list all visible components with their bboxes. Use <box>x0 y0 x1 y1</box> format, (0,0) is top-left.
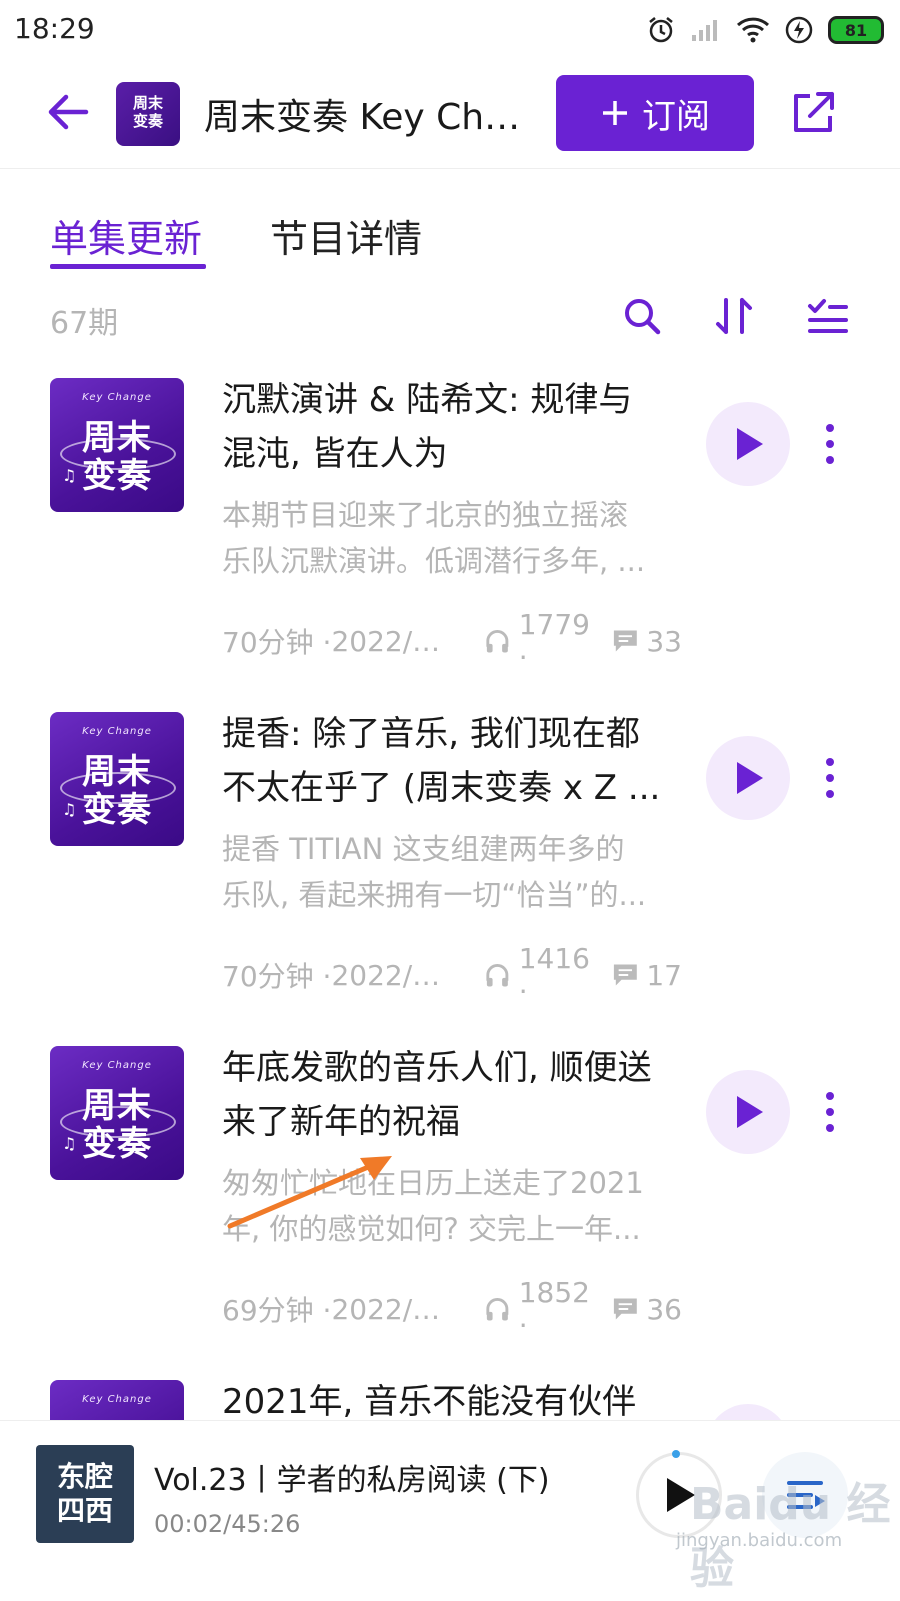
cover-tagline: Key Change <box>82 726 152 737</box>
play-button[interactable] <box>706 1070 790 1154</box>
episode-cover[interactable]: Key Change 周末 变奏 ♫ <box>50 1046 184 1180</box>
episode-meta: 70分钟 · 2022/0... 1416 · 17 <box>222 942 682 1008</box>
play-icon <box>737 762 763 794</box>
episode-meta: 70分钟 · 2022/0... 1779 · 33 <box>222 608 682 674</box>
episode-comment-count: 33 <box>646 624 682 658</box>
episode-desc-line: 乐队沉默演讲。低调潜行多年, ... <box>222 544 646 578</box>
episode-description: 提香 TITIAN 这支组建两年多的 乐队, 看起来拥有一切“恰当”的... <box>222 826 680 918</box>
episode-description: 本期节目迎来了北京的独立摇滚 乐队沉默演讲。低调潜行多年, ... <box>222 492 680 584</box>
episode-count: 67期 <box>50 306 119 341</box>
episode-duration: 70分钟 · <box>222 626 332 659</box>
episode-date: 2022/0... <box>331 1292 444 1326</box>
music-note-icon: ♫ <box>62 1134 77 1153</box>
charging-icon <box>785 16 813 44</box>
comment-icon <box>613 964 637 986</box>
cover-line2: 变奏 <box>132 112 163 130</box>
headphones-icon <box>486 1298 509 1321</box>
now-playing-cover[interactable]: 东腔 四西 <box>36 1445 134 1543</box>
episode-desc-line: 乐队, 看起来拥有一切“恰当”的... <box>222 878 647 912</box>
subscribe-label: 订阅 <box>642 96 710 137</box>
comment-icon <box>613 1298 637 1320</box>
cover-tagline: Key Change <box>82 1394 152 1405</box>
cover-line1: 周末 <box>132 94 163 112</box>
episode-comment-count: 17 <box>646 958 682 992</box>
status-time: 18:29 <box>14 12 95 45</box>
episode-cover[interactable]: Key Change 周末 变奏 ♫ <box>50 378 184 512</box>
episode-duration: 69分钟 · <box>222 1294 332 1327</box>
episode-meta: 69分钟 · 2022/0... 1852 · 36 <box>222 1276 682 1342</box>
music-note-icon: ♫ <box>62 800 77 819</box>
back-arrow-icon[interactable] <box>44 88 92 136</box>
comment-icon <box>613 630 637 652</box>
cover-tagline: Key Change <box>82 1060 152 1071</box>
play-button[interactable] <box>706 402 790 486</box>
now-playing-title[interactable]: Vol.23丨学者的私房阅读 (下) <box>154 1455 550 1499</box>
podcast-title: 周末变奏 Key Change <box>204 97 534 138</box>
episode-date: 2022/0... <box>331 958 444 992</box>
annotation-arrow <box>227 1156 392 1229</box>
episode-date: 2022/0... <box>331 624 444 658</box>
episode-desc-line: 提香 TITIAN 这支组建两年多的 <box>222 832 625 866</box>
more-options-icon[interactable] <box>818 756 842 800</box>
share-icon[interactable] <box>790 90 836 136</box>
sort-icon[interactable] <box>712 294 756 338</box>
search-icon[interactable] <box>620 294 664 338</box>
episode-title[interactable]: 提香: 除了音乐, 我们现在都 不太在乎了 (周末变奏 x Z ... <box>222 707 684 815</box>
episode-title-line: 混沌, 皆在人为 <box>222 434 448 474</box>
episode-desc-line: 本期节目迎来了北京的独立摇滚 <box>222 498 629 532</box>
tab-episodes[interactable]: 单集更新 <box>50 208 202 263</box>
episode-play-count: 1779 · <box>518 608 590 674</box>
multi-select-icon[interactable] <box>806 294 850 338</box>
now-playing-cover-line1: 东腔 <box>56 1460 113 1493</box>
episode-title[interactable]: 沉默演讲 & 陆希文: 规律与 混沌, 皆在人为 <box>222 373 684 481</box>
episode-play-count: 1852 · <box>518 1276 590 1342</box>
episode-title-line: 不太在乎了 (周末变奏 x Z ... <box>222 768 661 808</box>
status-icons: 81 <box>646 10 884 50</box>
tab-active-indicator <box>50 264 206 269</box>
cover-tagline: Key Change <box>82 392 152 403</box>
watermark-url: jingyan.baidu.com <box>676 1530 843 1551</box>
now-playing-time: 00:02/45:26 <box>154 1510 301 1538</box>
header-divider <box>0 168 900 169</box>
episode-duration: 70分钟 · <box>222 960 332 993</box>
play-button[interactable] <box>706 736 790 820</box>
podcast-cover-thumbnail: 周末 变奏 <box>116 82 180 146</box>
episode-title-line: 沉默演讲 & 陆希文: 规律与 <box>222 380 633 420</box>
play-icon <box>737 428 763 460</box>
episode-comment-count: 36 <box>646 1292 682 1326</box>
episode-title[interactable]: 年底发歌的音乐人们, 顺便送 来了新年的祝福 <box>222 1041 684 1149</box>
plus-icon <box>603 101 627 125</box>
episode-play-count: 1416 · <box>518 942 590 1008</box>
headphones-icon <box>486 964 509 987</box>
progress-dot <box>672 1450 680 1458</box>
wifi-icon <box>736 17 770 43</box>
episode-cover[interactable]: Key Change 周末 变奏 ♫ <box>50 712 184 846</box>
music-note-icon: ♫ <box>62 466 77 485</box>
episode-title-line: 年底发歌的音乐人们, 顺便送 <box>222 1048 652 1088</box>
tab-details[interactable]: 节目详情 <box>270 208 422 263</box>
episode-title-line: 提香: 除了音乐, 我们现在都 <box>222 714 640 754</box>
more-options-icon[interactable] <box>818 1090 842 1134</box>
signal-icon <box>692 20 717 41</box>
alarm-icon <box>649 17 673 43</box>
subscribe-button[interactable]: 订阅 <box>556 75 754 151</box>
now-playing-cover-line2: 四西 <box>56 1494 113 1527</box>
more-options-icon[interactable] <box>818 422 842 466</box>
headphones-icon <box>486 630 509 653</box>
play-icon <box>737 1096 763 1128</box>
battery-indicator: 81 <box>828 16 884 44</box>
